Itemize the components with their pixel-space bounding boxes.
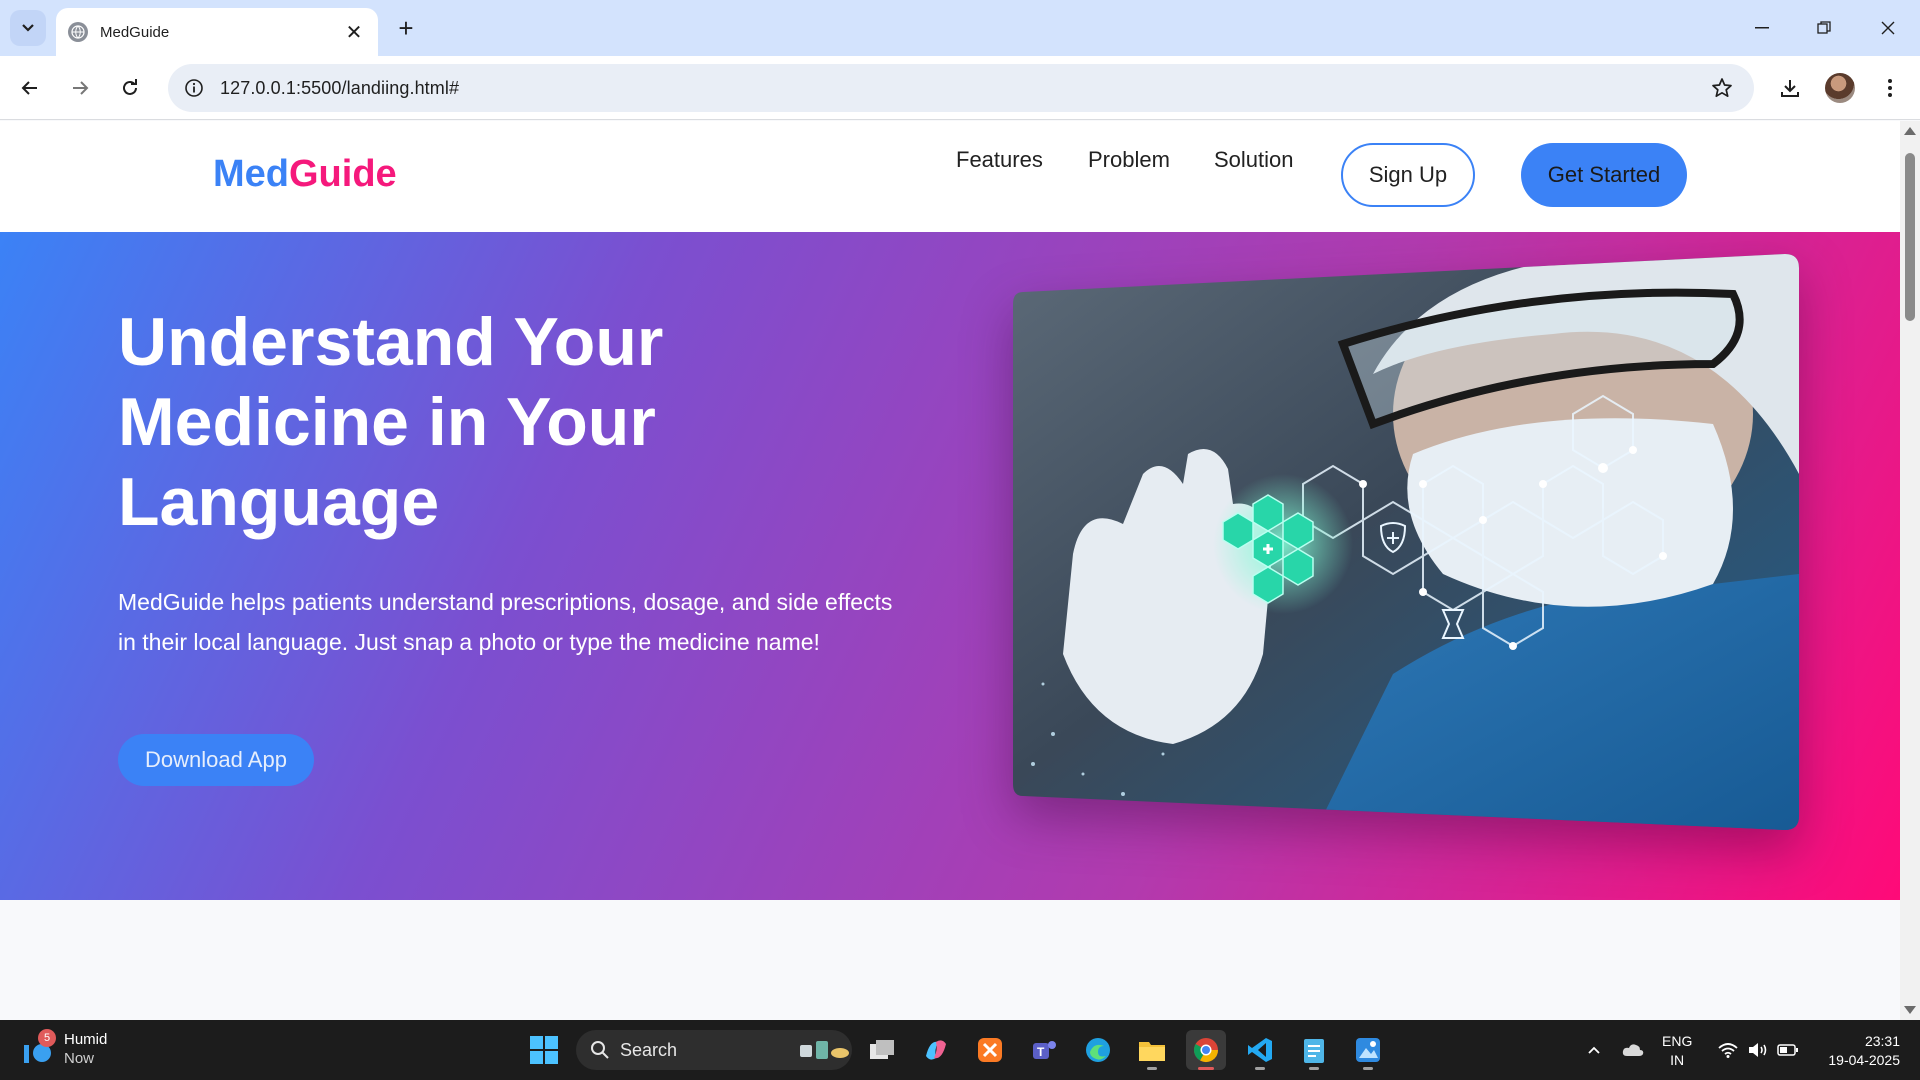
hero-image-doctor-hexagons	[1013, 254, 1799, 836]
windows-taskbar: 5 Humid Now Search T ENG IN 23:31 19-04-…	[0, 1020, 1920, 1080]
photos-icon[interactable]	[1348, 1030, 1388, 1070]
app-running-indicator	[1363, 1067, 1373, 1070]
reload-button[interactable]	[110, 68, 150, 108]
page-viewport: MedGuide Features Problem Solution Sign …	[0, 121, 1900, 1020]
taskbar-search[interactable]: Search	[576, 1030, 852, 1070]
start-button[interactable]	[524, 1030, 564, 1070]
reload-icon	[123, 79, 137, 95]
site-info-icon[interactable]	[172, 64, 216, 112]
url-text[interactable]: 127.0.0.1:5500/landiing.html#	[220, 78, 1700, 99]
kebab-menu-icon[interactable]	[1870, 68, 1910, 108]
profile-avatar[interactable]	[1820, 68, 1860, 108]
search-icon	[591, 1041, 609, 1059]
weather-title: Humid	[64, 1031, 108, 1048]
wifi-icon[interactable]	[1714, 1020, 1742, 1080]
chevron-down-icon	[22, 24, 34, 32]
tab-search-button[interactable]	[10, 10, 46, 46]
input-language-indicator[interactable]: ENG IN	[1662, 1032, 1692, 1070]
region-code: IN	[1670, 1052, 1685, 1068]
arrow-left-icon	[21, 81, 37, 95]
back-button[interactable]	[10, 68, 50, 108]
clock-date: 19-04-2025	[1828, 1052, 1900, 1068]
scroll-down-arrow-icon[interactable]	[1904, 1006, 1916, 1014]
weather-widget[interactable]: 5 Humid Now	[22, 1029, 108, 1068]
app-running-indicator	[1255, 1067, 1265, 1070]
windows-logo-icon	[530, 1036, 558, 1064]
site-logo[interactable]: MedGuide	[213, 153, 397, 196]
vscode-icon[interactable]	[1240, 1030, 1280, 1070]
battery-icon[interactable]	[1774, 1020, 1802, 1080]
minimize-button[interactable]	[1742, 8, 1782, 48]
xampp-icon[interactable]	[970, 1030, 1010, 1070]
app-running-indicator	[1309, 1067, 1319, 1070]
weather-icon: 5	[22, 1029, 58, 1067]
notepad-icon[interactable]	[1294, 1030, 1334, 1070]
task-view-icon[interactable]	[862, 1030, 902, 1070]
hero-description: MedGuide helps patients understand presc…	[118, 589, 893, 655]
arrow-right-icon	[73, 81, 89, 95]
hero-title: Understand Your Medicine in Your Languag…	[118, 304, 664, 540]
search-highlight-icon	[800, 1041, 849, 1059]
svg-text:T: T	[1037, 1045, 1045, 1059]
close-tab-icon[interactable]: ✕	[342, 20, 366, 44]
teams-icon[interactable]: T	[1024, 1030, 1064, 1070]
edge-icon[interactable]	[1078, 1030, 1118, 1070]
nav-link-solution[interactable]: Solution	[1214, 147, 1294, 173]
scroll-up-arrow-icon[interactable]	[1904, 127, 1916, 135]
app-active-indicator	[1198, 1067, 1214, 1070]
nav-link-features[interactable]: Features	[956, 147, 1043, 173]
system-clock[interactable]: 23:31 19-04-2025	[1810, 1032, 1900, 1070]
app-running-indicator	[1147, 1067, 1157, 1070]
logo-part-med: Med	[213, 153, 289, 195]
weather-subtitle: Now	[64, 1050, 95, 1067]
new-tab-button[interactable]: +	[390, 12, 422, 44]
chrome-icon[interactable]	[1186, 1030, 1226, 1070]
page-scrollbar[interactable]	[1900, 121, 1920, 1020]
restore-button[interactable]	[1804, 8, 1844, 48]
search-label: Search	[620, 1039, 678, 1060]
site-header: MedGuide Features Problem Solution Sign …	[0, 121, 1900, 232]
bookmark-star-icon[interactable]	[1700, 64, 1744, 112]
globe-icon	[68, 22, 88, 42]
tab-title: MedGuide	[100, 23, 170, 41]
hero-section: Understand Your Medicine in Your Languag…	[0, 232, 1900, 900]
sign-up-button[interactable]: Sign Up	[1341, 143, 1475, 207]
language-code: ENG	[1662, 1033, 1693, 1049]
clock-time: 23:31	[1864, 1033, 1900, 1049]
nav-link-problem[interactable]: Problem	[1088, 147, 1170, 173]
forward-button[interactable]	[60, 68, 100, 108]
browser-toolbar: 127.0.0.1:5500/landiing.html#	[0, 56, 1920, 120]
browser-tab-active[interactable]: MedGuide ✕	[56, 8, 378, 56]
browser-tab-bar: MedGuide ✕ +	[0, 0, 1920, 56]
copilot-icon[interactable]	[916, 1030, 956, 1070]
get-started-button[interactable]: Get Started	[1521, 143, 1687, 207]
weather-badge: 5	[38, 1029, 56, 1047]
address-bar[interactable]: 127.0.0.1:5500/landiing.html#	[168, 64, 1754, 112]
download-icon[interactable]	[1770, 68, 1810, 108]
scroll-thumb[interactable]	[1905, 153, 1915, 321]
close-window-button[interactable]	[1868, 8, 1908, 48]
logo-part-guide: Guide	[289, 153, 397, 195]
download-app-button[interactable]: Download App	[118, 734, 314, 786]
volume-icon[interactable]	[1744, 1020, 1772, 1080]
onedrive-cloud-icon[interactable]	[1618, 1020, 1648, 1080]
file-explorer-icon[interactable]	[1132, 1030, 1172, 1070]
show-hidden-icons-chevron-icon[interactable]	[1582, 1020, 1606, 1080]
